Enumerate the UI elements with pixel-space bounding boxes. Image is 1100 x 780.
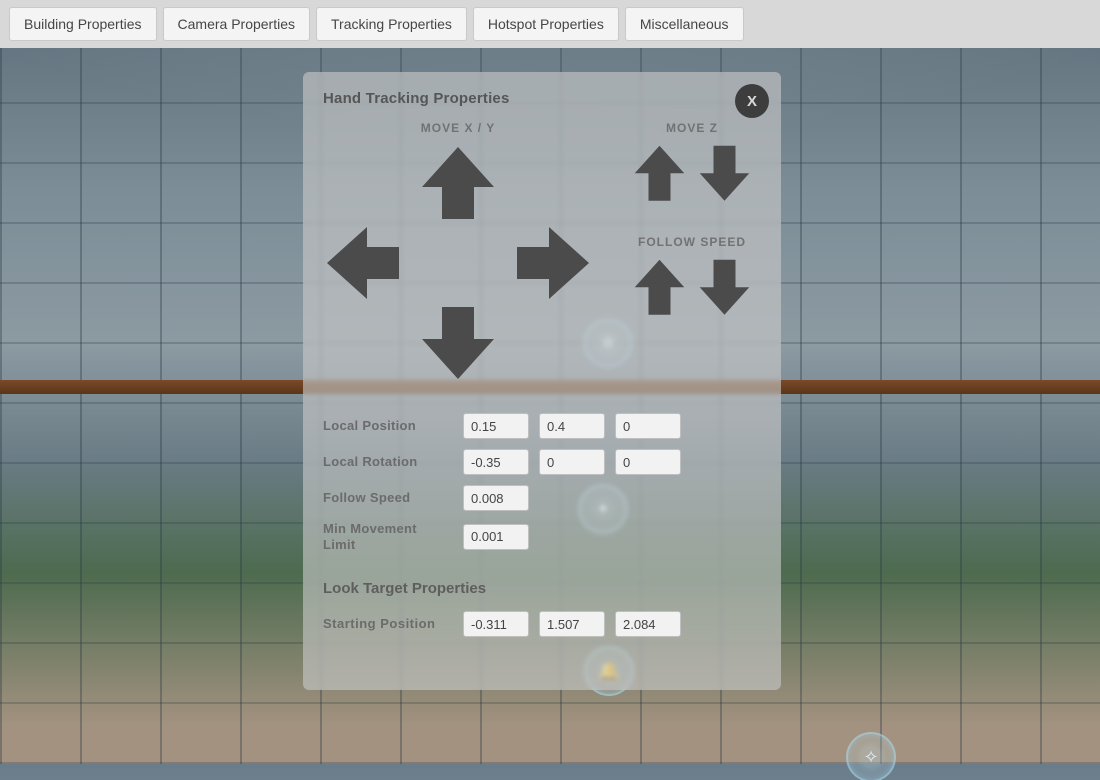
top-toolbar: Building Properties Camera Properties Tr… <box>0 0 1100 48</box>
tab-miscellaneous[interactable]: Miscellaneous <box>625 7 744 41</box>
starting-position-z-input[interactable] <box>615 611 681 637</box>
move-xy-dpad <box>323 143 593 383</box>
starting-position-y-input[interactable] <box>539 611 605 637</box>
move-xy-label: MOVE X / Y <box>323 121 593 135</box>
hotspot-corner-icon[interactable]: ✧ <box>848 734 894 780</box>
local-rotation-y-input[interactable] <box>539 449 605 475</box>
min-movement-input[interactable] <box>463 524 529 550</box>
move-right-button[interactable] <box>513 223 593 303</box>
follow-speed-input[interactable] <box>463 485 529 511</box>
close-button[interactable]: X <box>735 84 769 118</box>
move-z-down-button[interactable] <box>697 143 752 205</box>
follow-speed-label: Follow Speed <box>323 490 453 506</box>
move-z-controls <box>623 143 761 205</box>
hand-tracking-panel: X Hand Tracking Properties MOVE X / Y <box>303 72 781 690</box>
starting-position-x-input[interactable] <box>463 611 529 637</box>
min-movement-label: Min Movement Limit <box>323 521 453 552</box>
local-position-x-input[interactable] <box>463 413 529 439</box>
tab-camera-properties[interactable]: Camera Properties <box>163 7 311 41</box>
local-position-label: Local Position <box>323 418 453 434</box>
local-position-z-input[interactable] <box>615 413 681 439</box>
local-rotation-x-input[interactable] <box>463 449 529 475</box>
local-rotation-z-input[interactable] <box>615 449 681 475</box>
follow-speed-up-button[interactable] <box>632 257 687 319</box>
local-position-y-input[interactable] <box>539 413 605 439</box>
move-down-button[interactable] <box>418 303 498 383</box>
move-up-button[interactable] <box>418 143 498 223</box>
move-z-up-button[interactable] <box>632 143 687 205</box>
local-rotation-label: Local Rotation <box>323 454 453 470</box>
tab-hotspot-properties[interactable]: Hotspot Properties <box>473 7 619 41</box>
starting-position-label: Starting Position <box>323 616 453 632</box>
tab-tracking-properties[interactable]: Tracking Properties <box>316 7 467 41</box>
tab-building-properties[interactable]: Building Properties <box>9 7 157 41</box>
panel-title: Hand Tracking Properties <box>323 90 761 107</box>
look-target-title: Look Target Properties <box>323 580 761 597</box>
move-left-button[interactable] <box>323 223 403 303</box>
follow-speed-controls <box>623 257 761 319</box>
follow-speed-section-label: FOLLOW SPEED <box>623 235 761 249</box>
follow-speed-down-button[interactable] <box>697 257 752 319</box>
move-z-label: MOVE Z <box>623 121 761 135</box>
